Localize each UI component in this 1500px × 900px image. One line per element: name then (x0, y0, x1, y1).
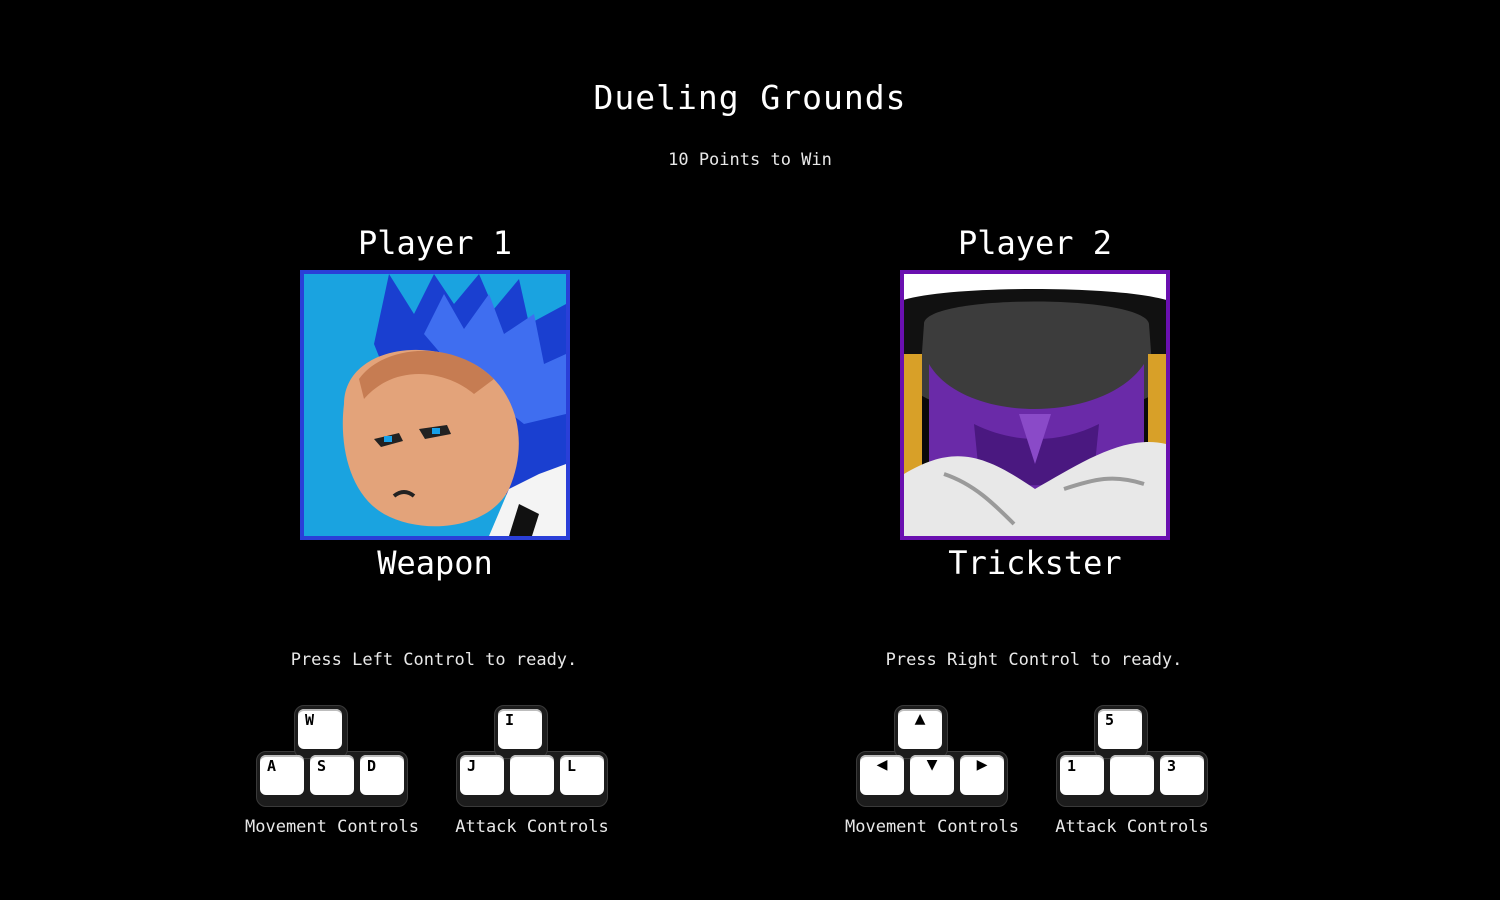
player-2-character-name: Trickster (948, 544, 1122, 582)
player-2-panel: Player 2 Trickster (835, 220, 1235, 582)
win-condition: 10 Points to Win (668, 150, 832, 170)
key-j: J (460, 755, 504, 795)
key-a: A (260, 755, 304, 795)
key-i: I (498, 709, 542, 749)
player-2-attack-controls: 5 1 3 Attack Controls (1037, 705, 1227, 837)
movement-controls-label: Movement Controls (845, 817, 1019, 837)
key-w: W (298, 709, 342, 749)
weapon-character-icon (304, 274, 566, 536)
key-numpad-5: 5 (1098, 709, 1142, 749)
attack-controls-label: Attack Controls (455, 817, 609, 837)
arrow-keys: ▲ ◀ ▼ ▶ (856, 705, 1008, 807)
key-numpad-1: 1 (1060, 755, 1104, 795)
ijkl-keys: I J L (456, 705, 608, 807)
arrow-up-icon: ▲ (898, 709, 942, 749)
player-1-label: Player 1 (357, 224, 513, 262)
player-1-portrait[interactable] (300, 270, 570, 540)
player-2-label: Player 2 (957, 224, 1113, 262)
player-1-attack-controls: I J L Attack Controls (437, 705, 627, 837)
arrow-right-icon: ▶ (960, 755, 1004, 795)
trickster-character-icon (904, 274, 1166, 536)
key-k (510, 755, 554, 795)
key-s: S (310, 755, 354, 795)
player-1-movement-controls: W A S D Movement Controls (237, 705, 427, 837)
key-l: L (560, 755, 604, 795)
player-2-movement-controls: ▲ ◀ ▼ ▶ Movement Controls (837, 705, 1027, 837)
movement-controls-label: Movement Controls (245, 817, 419, 837)
wasd-keys: W A S D (256, 705, 408, 807)
player-1-panel: Player 1 Weapon (235, 220, 635, 582)
player-2-portrait[interactable] (900, 270, 1170, 540)
player-2-ready-prompt: Press Right Control to ready. (885, 650, 1183, 670)
game-title: Dueling Grounds (593, 78, 907, 117)
player-1-ready-prompt: Press Left Control to ready. (290, 650, 578, 670)
attack-controls-label: Attack Controls (1055, 817, 1209, 837)
key-d: D (360, 755, 404, 795)
key-numpad-2 (1110, 755, 1154, 795)
player-1-character-name: Weapon (377, 544, 493, 582)
arrow-left-icon: ◀ (860, 755, 904, 795)
arrow-down-icon: ▼ (910, 755, 954, 795)
numpad-keys: 5 1 3 (1056, 705, 1208, 807)
key-numpad-3: 3 (1160, 755, 1204, 795)
